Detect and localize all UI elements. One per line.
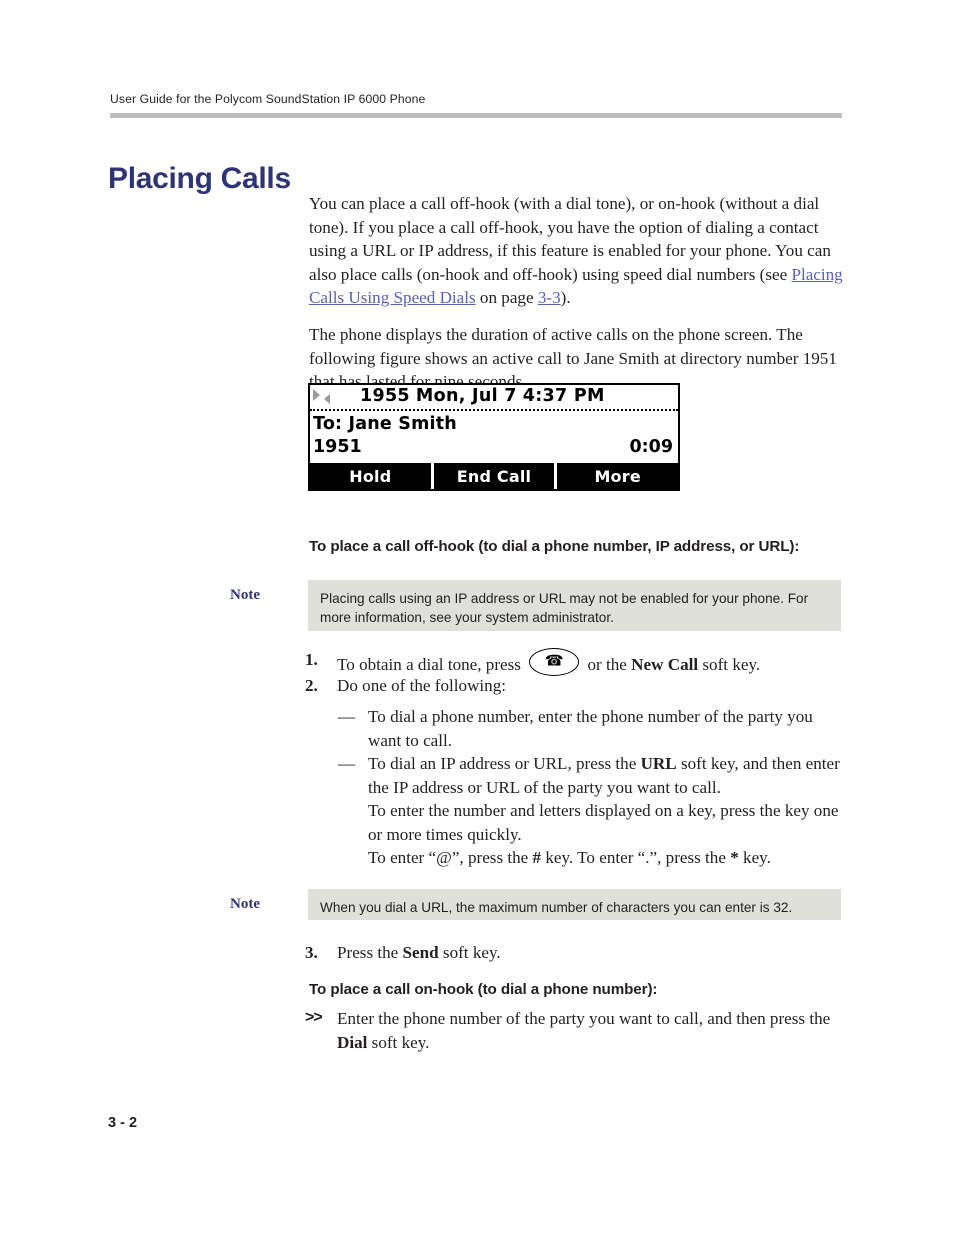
phone-extension: 1955 bbox=[360, 386, 410, 406]
phone-status-bar: 1955 Mon, Jul 7 4:37 PM bbox=[310, 385, 678, 411]
step-2: 2. Do one of the following: bbox=[305, 674, 845, 698]
intro-p1-part1: You can place a call off-hook (with a di… bbox=[309, 194, 831, 284]
step-arrow-bold-term: Dial bbox=[337, 1032, 368, 1052]
note-label-2: Note bbox=[230, 896, 260, 912]
dash-marker-1: — bbox=[338, 707, 356, 726]
header-rule bbox=[110, 113, 842, 118]
note-box-2: When you dial a URL, the maximum number … bbox=[308, 889, 841, 920]
intro-paragraph-1: You can place a call off-hook (with a di… bbox=[309, 192, 844, 310]
phone-status-line: 1955 Mon, Jul 7 4:37 PM bbox=[360, 386, 605, 406]
intro-p1-part2: on page bbox=[475, 288, 538, 308]
step-1-number: 1. bbox=[305, 650, 318, 669]
handset-glyph: ☎ bbox=[544, 653, 564, 670]
procedure-heading-on-hook: To place a call on-hook (to dial a phone… bbox=[309, 981, 658, 998]
note-label-1: Note bbox=[230, 587, 260, 603]
dash-2-bold-term: URL bbox=[640, 754, 677, 773]
page-title: Placing Calls bbox=[108, 162, 291, 196]
step-arrow-text: Enter the phone number of the party you … bbox=[337, 1007, 845, 1054]
step-1-text-before: To obtain a dial tone, press bbox=[337, 655, 526, 674]
dash-bullet-1: — To dial a phone number, enter the phon… bbox=[338, 705, 844, 752]
page-number: 3 - 2 bbox=[108, 1115, 138, 1131]
sub-2-bold-hash: # bbox=[532, 848, 542, 867]
step-arrow-text-after: soft key. bbox=[367, 1032, 430, 1052]
double-chevron-marker: >> bbox=[305, 1009, 323, 1026]
step-3-number: 3. bbox=[305, 943, 318, 962]
sub-2-text-after: key. bbox=[738, 848, 771, 867]
play-arrow-icon bbox=[313, 389, 320, 401]
note-box-1: Placing calls using an IP address or URL… bbox=[308, 580, 841, 631]
intro-p1-part3: ). bbox=[560, 288, 571, 308]
step-1-text-after: soft key. bbox=[698, 655, 761, 674]
step-3-bold-term: Send bbox=[402, 943, 439, 962]
step-1-bold-term: New Call bbox=[631, 655, 699, 674]
softkey-more[interactable]: More bbox=[557, 463, 679, 489]
page-reference-link[interactable]: 3-3 bbox=[538, 288, 561, 307]
phone-call-duration: 0:09 bbox=[629, 437, 673, 457]
phone-screen: 1955 Mon, Jul 7 4:37 PM To: Jane Smith 195… bbox=[308, 383, 680, 491]
phone-softkey-bar: Hold End Call More bbox=[310, 463, 679, 489]
step-3-text-after: soft key. bbox=[438, 943, 501, 962]
dash-bullet-2: — To dial an IP address or URL, press th… bbox=[338, 752, 844, 799]
sub-2-text-before: To enter “@”, press the bbox=[368, 848, 533, 867]
step-arrow: >> Enter the phone number of the party y… bbox=[305, 1007, 845, 1054]
dash-bullet-1-text: To dial a phone number, enter the phone … bbox=[368, 707, 813, 750]
sub-2-bold-star: * bbox=[730, 848, 739, 867]
phone-handset-icon[interactable]: ☎ bbox=[529, 648, 580, 676]
phone-call-to-label: To: Jane Smith bbox=[313, 414, 457, 434]
phone-directory-number: 1951 bbox=[313, 437, 362, 457]
step-arrow-text-before: Enter the phone number of the party you … bbox=[337, 1009, 831, 1028]
phone-date: Mon, Jul 7 bbox=[415, 386, 517, 406]
document-page: User Guide for the Polycom SoundStation … bbox=[0, 0, 954, 1235]
dash-marker-2: — bbox=[338, 754, 356, 773]
dash-2-text-before: To dial an IP address or URL, press the bbox=[368, 754, 641, 773]
step-1-text-middle: or the bbox=[583, 655, 632, 674]
back-arrow-icon bbox=[324, 394, 330, 404]
step-2-number: 2. bbox=[305, 676, 318, 695]
phone-time: 4:37 PM bbox=[522, 386, 605, 406]
sub-paragraph-2: To enter “@”, press the # key. To enter … bbox=[368, 846, 846, 870]
step-3: 3. Press the Send soft key. bbox=[305, 941, 845, 965]
step-1-text: To obtain a dial tone, press ☎ or the Ne… bbox=[337, 648, 845, 677]
phone-screen-figure: 1955 Mon, Jul 7 4:37 PM To: Jane Smith 195… bbox=[308, 383, 680, 491]
procedure-heading-off-hook: To place a call off-hook (to dial a phon… bbox=[309, 538, 800, 555]
running-header: User Guide for the Polycom SoundStation … bbox=[110, 92, 426, 106]
intro-body: You can place a call off-hook (with a di… bbox=[309, 192, 844, 407]
dash-bullet-2-text: To dial an IP address or URL, press the … bbox=[368, 752, 844, 799]
step-2-text: Do one of the following: bbox=[337, 676, 507, 695]
softkey-end-call[interactable]: End Call bbox=[433, 463, 558, 489]
sub-2-text-middle: key. To enter “.”, press the bbox=[541, 848, 731, 867]
step-1: 1. To obtain a dial tone, press ☎ or the… bbox=[305, 648, 845, 677]
sub-paragraph-1: To enter the number and letters displaye… bbox=[368, 801, 839, 844]
softkey-hold[interactable]: Hold bbox=[310, 463, 434, 489]
step-3-text: Press the Send soft key. bbox=[337, 941, 845, 965]
step-3-text-before: Press the bbox=[337, 943, 403, 962]
